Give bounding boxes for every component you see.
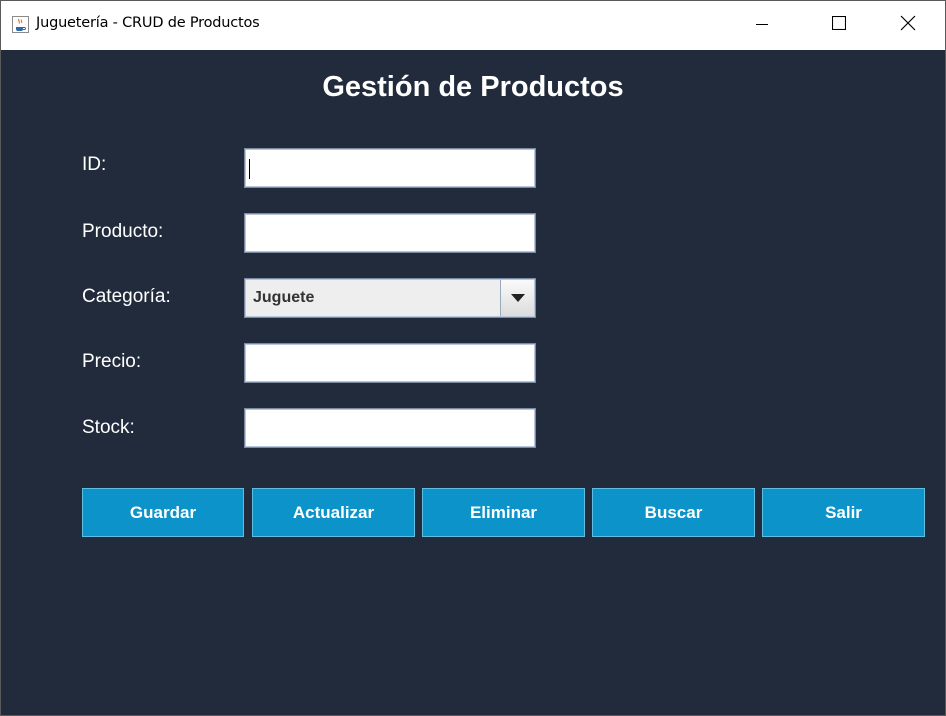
form-panel: Gestión de Productos ID: Producto: Categ… (1, 50, 945, 715)
close-icon (900, 15, 916, 36)
producto-label: Producto: (82, 221, 164, 242)
java-cup-icon (12, 16, 29, 33)
actualizar-button[interactable]: Actualizar (252, 488, 415, 537)
precio-label: Precio: (82, 351, 142, 372)
page-title: Gestión de Productos (322, 71, 624, 103)
categoria-selected-value: Juguete (253, 289, 315, 306)
stock-input[interactable] (245, 409, 535, 447)
title-bar[interactable]: Juguetería - CRUD de Productos (1, 1, 945, 50)
precio-input[interactable] (245, 344, 535, 382)
maximize-icon (831, 15, 847, 35)
minimize-button[interactable] (739, 1, 785, 50)
chevron-down-icon (510, 294, 525, 302)
guardar-button[interactable]: Guardar (82, 488, 244, 537)
minimize-icon (756, 17, 768, 35)
text-caret (249, 159, 250, 179)
precio-field[interactable] (244, 343, 536, 383)
producto-field[interactable] (244, 213, 536, 253)
dropdown-arrow-button[interactable] (500, 280, 534, 316)
buscar-button[interactable]: Buscar (592, 488, 755, 537)
salir-button[interactable]: Salir (762, 488, 925, 537)
maximize-button[interactable] (816, 1, 862, 50)
stock-label: Stock: (82, 417, 135, 438)
id-input[interactable] (245, 149, 535, 187)
close-button[interactable] (885, 1, 931, 50)
id-field[interactable] (244, 148, 536, 188)
stock-field[interactable] (244, 408, 536, 448)
categoria-select[interactable]: Juguete (244, 278, 536, 318)
eliminar-button[interactable]: Eliminar (422, 488, 585, 537)
id-label: ID: (82, 154, 107, 175)
categoria-label: Categoría: (82, 286, 171, 307)
producto-input[interactable] (245, 214, 535, 252)
app-window: Juguetería - CRUD de Productos Gestión d… (0, 0, 946, 716)
window-title: Juguetería - CRUD de Productos (36, 15, 260, 31)
